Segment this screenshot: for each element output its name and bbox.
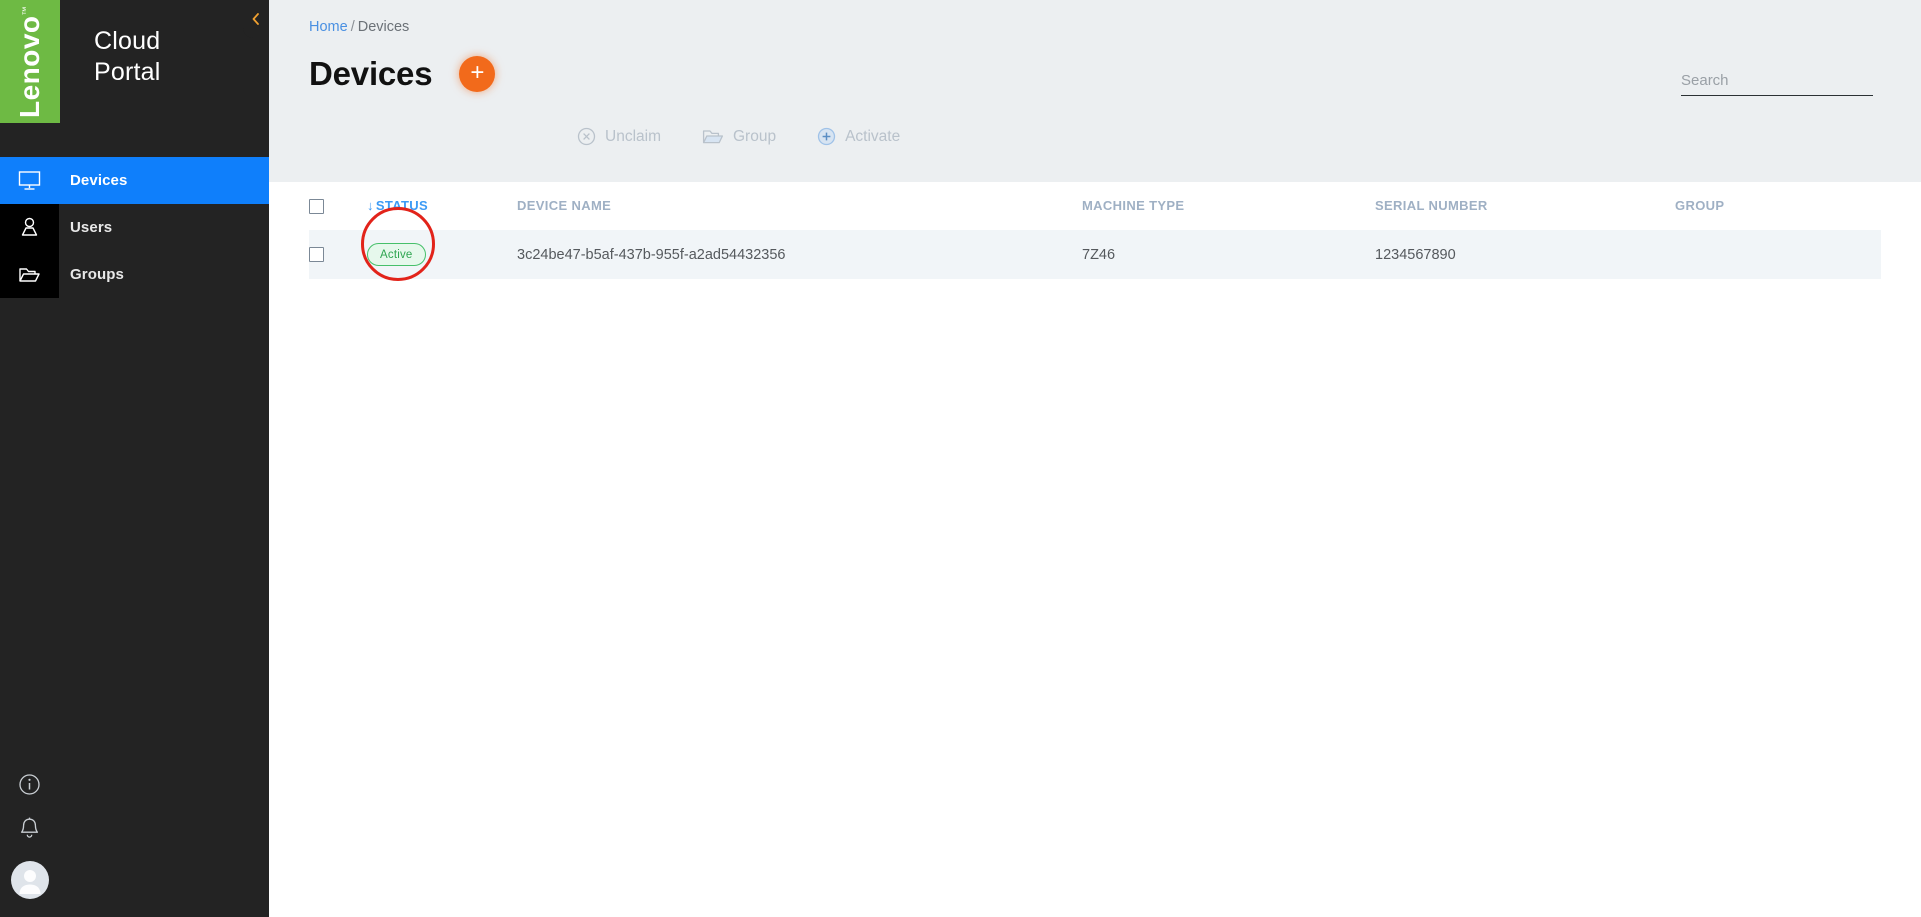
column-header-group[interactable]: GROUP [1675,182,1881,230]
lenovo-logo-text: Lenovo™ [14,5,46,117]
sidebar-nav: Devices Users Groups [0,157,269,298]
devices-table: ↓ STATUS DEVICE NAME MACHINE TYPE SERIAL … [309,182,1881,281]
app-root: Lenovo™ Cloud Portal Devices Users Group… [0,0,1921,917]
group-button[interactable]: Group [702,128,776,146]
table-row[interactable]: Active 3c24be47-b5af-437b-955f-a2ad54432… [309,207,1881,281]
portal-title: Cloud Portal [94,26,161,88]
breadcrumb-home-link[interactable]: Home [309,19,348,35]
status-badge: Active [367,243,426,266]
avatar[interactable] [10,861,49,899]
row-checkbox[interactable] [309,247,324,263]
sidebar: Lenovo™ Cloud Portal Devices Users Group… [0,0,269,917]
select-all-checkbox[interactable] [309,198,324,214]
column-header-status-label: STATUS [375,198,429,213]
serial-number-cell: 1234567890 [1375,246,1456,263]
folder-open-icon [0,251,59,298]
breadcrumb: Home / Devices [309,19,409,35]
page-title-row: Devices + [309,55,496,93]
devices-table-area: ↓ STATUS DEVICE NAME MACHINE TYPE SERIAL … [269,182,1921,917]
table-header-row: ↓ STATUS DEVICE NAME MACHINE TYPE SERIAL … [309,182,1881,230]
chevron-left-icon [252,13,259,25]
sidebar-collapse-button[interactable] [243,0,269,38]
page-header: Home / Devices Devices + Search Unclaim … [269,0,1921,182]
portal-title-line-1: Cloud [94,27,161,55]
group-label: Group [732,127,777,145]
action-toolbar: Unclaim Group Activate [577,127,900,146]
portal-title-line-2: Portal [94,58,161,86]
sidebar-item-label-users: Users [70,219,113,236]
circle-plus-icon [817,127,836,146]
monitor-icon [0,157,59,204]
breadcrumb-separator: / [350,19,355,35]
group-cell [1675,230,1881,279]
select-all-header [309,182,367,230]
column-header-serial-number[interactable]: SERIAL NUMBER [1375,182,1675,230]
add-device-button[interactable]: + [459,56,496,92]
lenovo-logo: Lenovo™ [0,0,60,123]
machine-type-cell: 7Z46 [1082,246,1116,263]
search-input[interactable] [1681,71,1880,89]
circle-x-icon [577,127,596,146]
sidebar-item-groups[interactable]: Groups [0,251,269,298]
column-header-status[interactable]: ↓ STATUS [367,182,517,230]
unclaim-label: Unclaim [605,127,661,145]
activate-button[interactable]: Activate [817,127,900,146]
info-icon[interactable] [18,773,41,796]
breadcrumb-current: Devices [357,19,410,35]
trademark-symbol: ™ [20,5,31,15]
sidebar-item-users[interactable]: Users [0,204,269,251]
bell-icon[interactable] [18,816,41,841]
table-header: ↓ STATUS DEVICE NAME MACHINE TYPE SERIAL … [309,182,1881,230]
sidebar-item-devices[interactable]: Devices [0,157,269,204]
column-header-device-name[interactable]: DEVICE NAME [517,182,1082,230]
user-icon [0,204,59,251]
status-cell: Active [361,207,517,281]
activate-label: Activate [845,127,901,145]
row-select-cell [309,230,367,279]
sidebar-item-label-groups: Groups [70,266,124,283]
unclaim-button[interactable]: Unclaim [577,127,661,146]
column-header-machine-type[interactable]: MACHINE TYPE [1082,182,1375,230]
search-box[interactable] [1681,70,1880,96]
device-name-cell: 3c24be47-b5af-437b-955f-a2ad54432356 [517,246,786,263]
lenovo-logo-word: Lenovo [14,14,45,118]
sidebar-item-label-devices: Devices [70,172,128,189]
sort-descending-icon: ↓ [367,198,374,213]
folder-icon [702,129,724,143]
table-body: Active 3c24be47-b5af-437b-955f-a2ad54432… [309,207,1881,281]
page-title: Devices [309,55,433,92]
avatar-person-icon [19,870,40,894]
sidebar-bottom-icons [0,773,59,899]
main-content: Home / Devices Devices + Search Unclaim … [269,0,1921,917]
